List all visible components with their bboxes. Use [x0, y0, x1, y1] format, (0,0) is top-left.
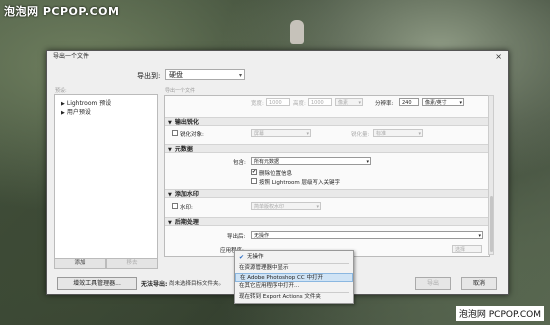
close-icon[interactable]: ×: [495, 51, 502, 62]
after-export-label: 导出后:: [227, 234, 246, 240]
preset-item-user[interactable]: ▶ 用户预设: [61, 107, 91, 116]
section-title: 元数据: [174, 146, 193, 153]
remove-location-label: 删除位置信息: [259, 171, 293, 177]
dialog-title: 导出一个文件: [53, 53, 90, 60]
cannot-export-message: 尚未选择目标文件夹。: [169, 281, 225, 287]
resolution-unit-select[interactable]: 像素/英寸 ▾: [422, 98, 464, 106]
width-field[interactable]: 1000: [266, 98, 290, 106]
after-export-menu: ✔ 无操作 在资源管理器中显示 在 Adobe Photoshop CC 中打开 …: [234, 250, 354, 304]
menu-item-export-actions-folder[interactable]: 现在转到 Export Actions 文件夹: [235, 293, 353, 302]
include-label: 包含:: [233, 160, 246, 166]
resolution-label: 分辨率:: [375, 101, 394, 107]
menu-item-open-in-photoshop[interactable]: 在 Adobe Photoshop CC 中打开: [235, 273, 353, 282]
export-to-label: 导出到:: [137, 72, 161, 80]
checkmark-icon: ✔: [239, 254, 245, 261]
cannot-export-title: 无法导出:: [141, 281, 168, 288]
section-metadata[interactable]: ▼ 元数据: [165, 144, 489, 153]
watermark-label: 水印:: [180, 205, 193, 211]
collapse-triangle-icon[interactable]: ▼: [168, 147, 172, 153]
sharpen-amount-value: 标准: [376, 131, 387, 137]
chevron-down-icon: ▾: [366, 159, 369, 165]
settings-caption: 导出一个文件: [165, 88, 196, 94]
remove-preset-button[interactable]: 移去: [106, 258, 158, 269]
export-to-value: 硬盘: [169, 71, 183, 79]
chevron-down-icon: ▾: [306, 131, 309, 137]
settings-scrollbar[interactable]: [488, 95, 494, 255]
menu-item-label: 无操作: [247, 254, 264, 260]
remove-location-checkbox[interactable]: ✔: [251, 169, 257, 175]
watermark-value: 简单版权水印: [254, 204, 285, 210]
menu-item-do-nothing[interactable]: ✔ 无操作: [235, 253, 353, 262]
collapse-triangle-icon[interactable]: ▼: [168, 120, 172, 126]
cancel-button[interactable]: 取消: [461, 277, 497, 290]
height-field[interactable]: 1000: [308, 98, 332, 106]
settings-panel: 宽度: 1000 高度: 1000 像素 ▾ 分辨率: 240 像素/英寸 ▾ ▼ 输…: [164, 95, 490, 257]
chevron-down-icon: ▾: [358, 100, 361, 106]
chevron-down-icon: ▾: [459, 100, 462, 106]
sharpen-amount-label: 锐化量:: [351, 132, 370, 138]
after-export-select[interactable]: 无操作 ▾: [251, 231, 483, 239]
size-unit-select[interactable]: 像素 ▾: [335, 98, 363, 106]
export-button[interactable]: 导出: [415, 277, 451, 290]
preset-item-lightroom[interactable]: ▶ Lightroom 预设: [61, 98, 111, 107]
menu-item-open-in-other-app[interactable]: 在其它应用程序中打开...: [235, 282, 353, 291]
sharpen-checkbox[interactable]: [172, 130, 178, 136]
watermark-top: 泡泡网 PCPOP.COM: [4, 5, 120, 18]
collapse-triangle-icon[interactable]: ▼: [168, 192, 172, 198]
preset-label: Lightroom 预设: [66, 100, 112, 107]
section-post-processing[interactable]: ▼ 后期处理: [165, 217, 489, 226]
chevron-down-icon: ▾: [418, 131, 421, 137]
collapse-triangle-icon[interactable]: ▼: [168, 220, 172, 226]
include-select[interactable]: 所有元数据 ▾: [251, 157, 371, 165]
background-figure: [290, 20, 304, 44]
after-export-value: 无操作: [254, 233, 270, 239]
chevron-down-icon: ▾: [478, 233, 481, 239]
export-to-select[interactable]: 硬盘 ▾: [165, 69, 245, 80]
size-unit-value: 像素: [338, 100, 349, 106]
add-preset-button[interactable]: 添加: [54, 258, 106, 269]
sharpen-target-select[interactable]: 屏幕 ▾: [251, 129, 311, 137]
lightroom-keywords-label: 按照 Lightroom 层级写入关键字: [259, 180, 340, 186]
include-value: 所有元数据: [254, 159, 280, 165]
sharpen-target-value: 屏幕: [254, 131, 265, 137]
preset-list: ▶ Lightroom 预设 ▶ 用户预设: [54, 94, 158, 259]
width-label: 宽度:: [251, 101, 264, 107]
resolution-field[interactable]: 240: [399, 98, 419, 106]
choose-app-button[interactable]: 选择: [452, 245, 482, 253]
watermark-checkbox[interactable]: [172, 203, 178, 209]
watermark-bottom: 泡泡网 PCPOP.COM: [455, 306, 544, 321]
plugin-manager-button[interactable]: 增效工具管理器...: [57, 277, 137, 290]
chevron-down-icon: ▾: [238, 72, 242, 79]
choose-app-label: 选择: [455, 247, 466, 253]
lightroom-keywords-checkbox[interactable]: [251, 178, 257, 184]
resolution-unit-value: 像素/英寸: [425, 100, 447, 106]
sharpen-label: 锐化对象:: [180, 132, 204, 138]
section-title: 后期处理: [174, 219, 199, 226]
section-title: 添加水印: [174, 191, 199, 198]
expand-triangle-icon[interactable]: ▶: [61, 110, 65, 116]
menu-item-show-in-explorer[interactable]: 在资源管理器中显示: [235, 264, 353, 273]
preset-header: 预设:: [55, 88, 67, 94]
height-label: 高度:: [293, 101, 306, 107]
section-watermark[interactable]: ▼ 添加水印: [165, 189, 489, 198]
chevron-down-icon: ▾: [316, 204, 319, 210]
section-title: 输出锐化: [174, 119, 199, 126]
scrollbar-thumb[interactable]: [490, 196, 493, 252]
watermark-select[interactable]: 简单版权水印 ▾: [251, 202, 321, 210]
preset-label: 用户预设: [66, 109, 91, 116]
section-output-sharpening[interactable]: ▼ 输出锐化: [165, 117, 489, 126]
sharpen-amount-select[interactable]: 标准 ▾: [373, 129, 423, 137]
